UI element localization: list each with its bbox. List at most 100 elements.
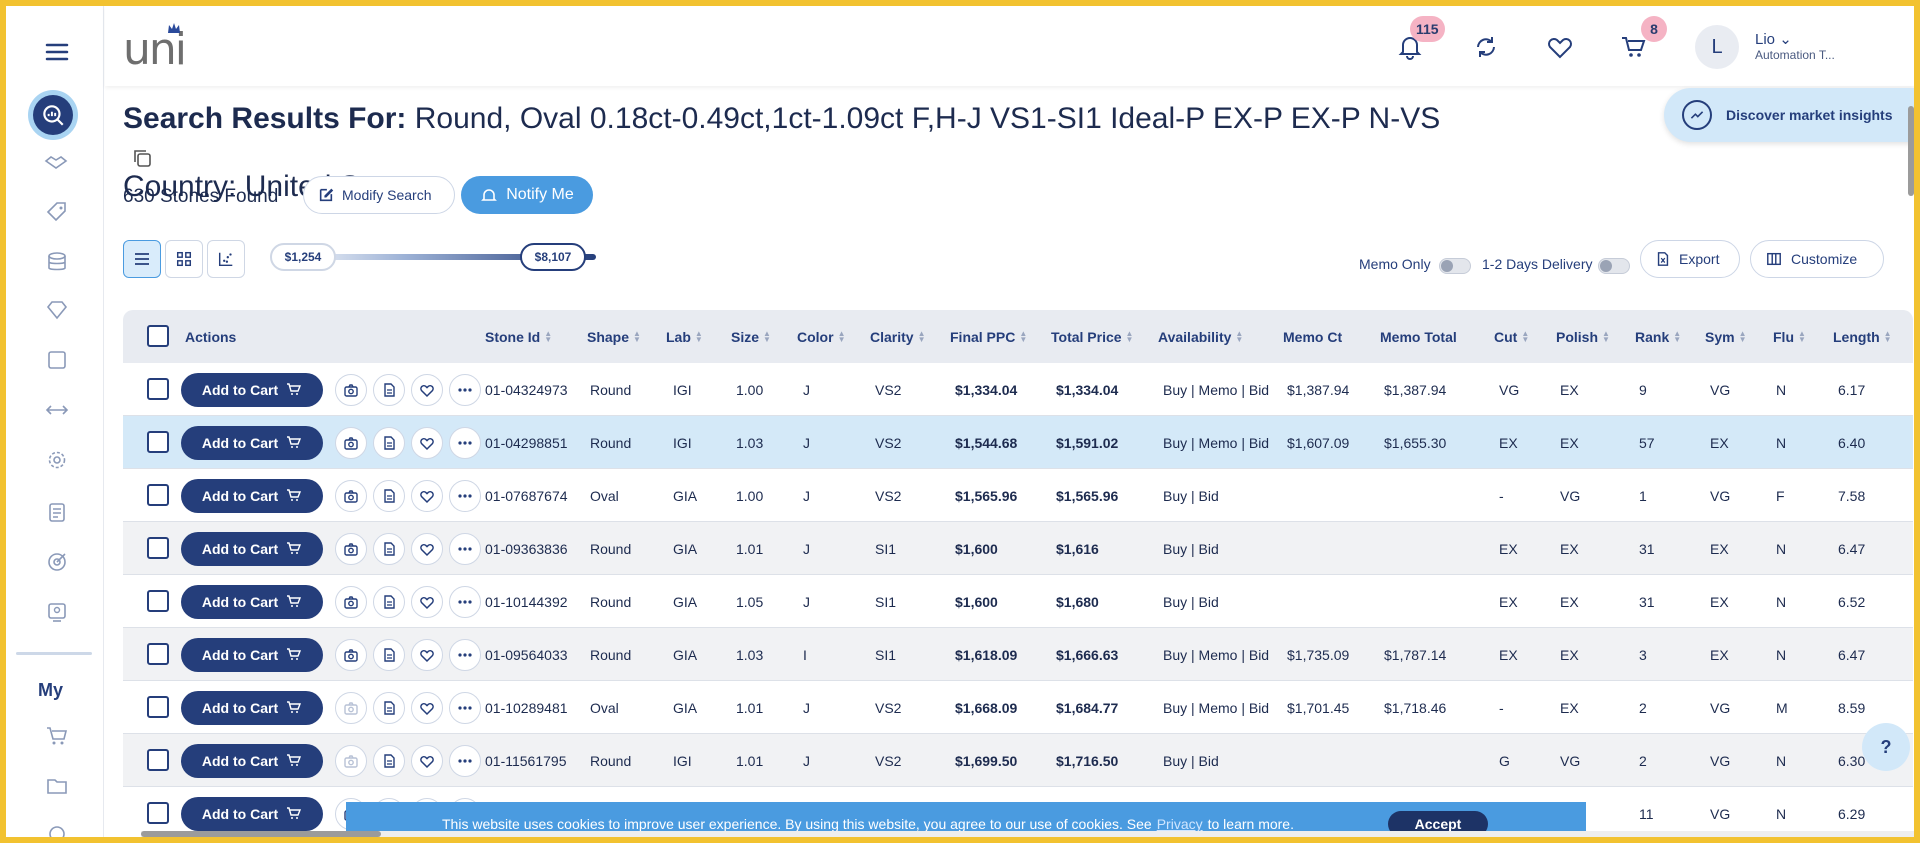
table-row[interactable]: Add to Cart 01-07687674 Oval GIA 1.00 J VS2 $1,… [123, 469, 1913, 522]
heart-button[interactable] [411, 374, 443, 406]
sidebar-item-clipboard[interactable] [32, 492, 82, 532]
cell-stone-id[interactable]: 01-11561795 [485, 734, 566, 787]
scrollbar-thumb[interactable] [1908, 106, 1914, 196]
heart-button[interactable] [411, 639, 443, 671]
col-sym[interactable]: Sym ▲ ▼ [1705, 310, 1747, 363]
cell-stone-id[interactable]: 01-04324973 [485, 363, 568, 416]
row-checkbox[interactable] [147, 749, 169, 771]
sidebar-item-handshake[interactable] [32, 142, 82, 182]
user-name[interactable]: Lio ⌄ [1755, 30, 1792, 48]
certificate-button[interactable] [373, 533, 405, 565]
row-checkbox[interactable] [147, 696, 169, 718]
col-total-price[interactable]: Total Price ▲ ▼ [1051, 310, 1134, 363]
cell-stone-id[interactable]: 01-07687674 [485, 469, 568, 522]
delivery-toggle[interactable] [1598, 258, 1630, 274]
table-row[interactable]: Add to Cart 01-09564033 Round GIA 1.03 I SI1 $1… [123, 628, 1913, 681]
camera-button[interactable] [335, 692, 367, 724]
list-view-button[interactable] [123, 240, 161, 278]
row-checkbox[interactable] [147, 431, 169, 453]
scatter-view-button[interactable] [207, 240, 245, 278]
col-stone-id[interactable]: Stone Id ▲ ▼ [485, 310, 552, 363]
menu-icon[interactable] [32, 32, 82, 72]
certificate-button[interactable] [373, 374, 405, 406]
sidebar-item-database[interactable] [32, 242, 82, 282]
more-dots-button[interactable] [449, 692, 481, 724]
more-dots-button[interactable] [449, 533, 481, 565]
certificate-button[interactable] [373, 692, 405, 724]
camera-button[interactable] [335, 374, 367, 406]
add-to-cart-button[interactable]: Add to Cart [181, 373, 323, 407]
memo-only-toggle[interactable] [1439, 258, 1471, 274]
horizontal-scrollbar[interactable] [141, 831, 1914, 837]
camera-button[interactable] [335, 745, 367, 777]
more-dots-button[interactable] [449, 374, 481, 406]
heart-button[interactable] [411, 586, 443, 618]
row-checkbox[interactable] [147, 802, 169, 824]
table-row[interactable]: Add to Cart 01-09363836 Round GIA 1.01 J SI1 $1… [123, 522, 1913, 575]
cell-stone-id[interactable]: 01-10144392 [485, 575, 568, 628]
sidebar-item-diamond[interactable] [32, 290, 82, 330]
more-dots-button[interactable] [449, 480, 481, 512]
customize-button[interactable]: Customize [1750, 240, 1884, 278]
grid-view-button[interactable] [165, 240, 203, 278]
add-to-cart-button[interactable]: Add to Cart [181, 691, 323, 725]
certificate-button[interactable] [373, 639, 405, 671]
wishlist-button[interactable] [1545, 32, 1575, 62]
vertical-scrollbar[interactable] [1908, 86, 1914, 836]
sidebar-item-settings[interactable] [32, 440, 82, 480]
refresh-button[interactable] [1471, 32, 1501, 62]
copy-icon[interactable] [131, 143, 153, 167]
scrollbar-thumb[interactable] [141, 831, 381, 837]
col-clarity[interactable]: Clarity ▲ ▼ [870, 310, 926, 363]
market-insights-button[interactable]: Discover market insights [1664, 88, 1914, 142]
row-checkbox[interactable] [147, 378, 169, 400]
col-rank[interactable]: Rank ▲ ▼ [1635, 310, 1681, 363]
notify-me-button[interactable]: Notify Me [461, 176, 593, 214]
certificate-button[interactable] [373, 480, 405, 512]
certificate-button[interactable] [373, 427, 405, 459]
sidebar-item-cart[interactable] [32, 716, 82, 756]
add-to-cart-button[interactable]: Add to Cart [181, 797, 323, 831]
col-final-ppc[interactable]: Final PPC ▲ ▼ [950, 310, 1027, 363]
col-shape[interactable]: Shape ▲ ▼ [587, 310, 641, 363]
help-button[interactable]: ? [1862, 723, 1910, 771]
table-row[interactable]: Add to Cart 01-11561795 Round IGI 1.01 J VS2 $1… [123, 734, 1913, 787]
camera-button[interactable] [335, 639, 367, 671]
heart-button[interactable] [411, 427, 443, 459]
add-to-cart-button[interactable]: Add to Cart [181, 744, 323, 778]
sidebar-item-profile-card[interactable] [32, 592, 82, 632]
add-to-cart-button[interactable]: Add to Cart [181, 532, 323, 566]
privacy-link[interactable]: Privacy [1157, 816, 1203, 832]
export-button[interactable]: Export [1640, 240, 1740, 278]
col-polish[interactable]: Polish ▲ ▼ [1556, 310, 1610, 363]
sidebar-item-tag[interactable] [32, 192, 82, 232]
cell-stone-id[interactable]: 01-09564033 [485, 628, 568, 681]
col-cut[interactable]: Cut ▲ ▼ [1494, 310, 1529, 363]
more-dots-button[interactable] [449, 745, 481, 777]
table-row[interactable]: Add to Cart 01-04324973 Round IGI 1.00 J VS2 $1… [123, 363, 1913, 416]
certificate-button[interactable] [373, 745, 405, 777]
add-to-cart-button[interactable]: Add to Cart [181, 479, 323, 513]
row-checkbox[interactable] [147, 643, 169, 665]
more-dots-button[interactable] [449, 639, 481, 671]
cell-stone-id[interactable]: 01-10289481 [485, 681, 568, 734]
sidebar-item-more[interactable] [32, 814, 82, 837]
sidebar-item-frame[interactable] [32, 340, 82, 380]
row-checkbox[interactable] [147, 484, 169, 506]
heart-button[interactable] [411, 692, 443, 724]
certificate-button[interactable] [373, 586, 405, 618]
sidebar-item-search[interactable] [28, 90, 78, 140]
add-to-cart-button[interactable]: Add to Cart [181, 638, 323, 672]
heart-button[interactable] [411, 533, 443, 565]
table-row[interactable]: Add to Cart 01-10289481 Oval GIA 1.01 J VS2 $1,… [123, 681, 1913, 734]
col-availability[interactable]: Availability ▲ ▼ [1158, 310, 1243, 363]
col-lab[interactable]: Lab ▲ ▼ [666, 310, 703, 363]
row-checkbox[interactable] [147, 590, 169, 612]
avatar[interactable]: L [1695, 25, 1739, 69]
heart-button[interactable] [411, 480, 443, 512]
heart-button[interactable] [411, 745, 443, 777]
col-color[interactable]: Color ▲ ▼ [797, 310, 846, 363]
sidebar-item-compare[interactable] [32, 390, 82, 430]
table-row[interactable]: Add to Cart 01-04298851 Round IGI 1.03 J VS2 $1… [123, 416, 1913, 469]
table-row[interactable]: Add to Cart 01-10144392 Round GIA 1.05 J SI1 $1… [123, 575, 1913, 628]
